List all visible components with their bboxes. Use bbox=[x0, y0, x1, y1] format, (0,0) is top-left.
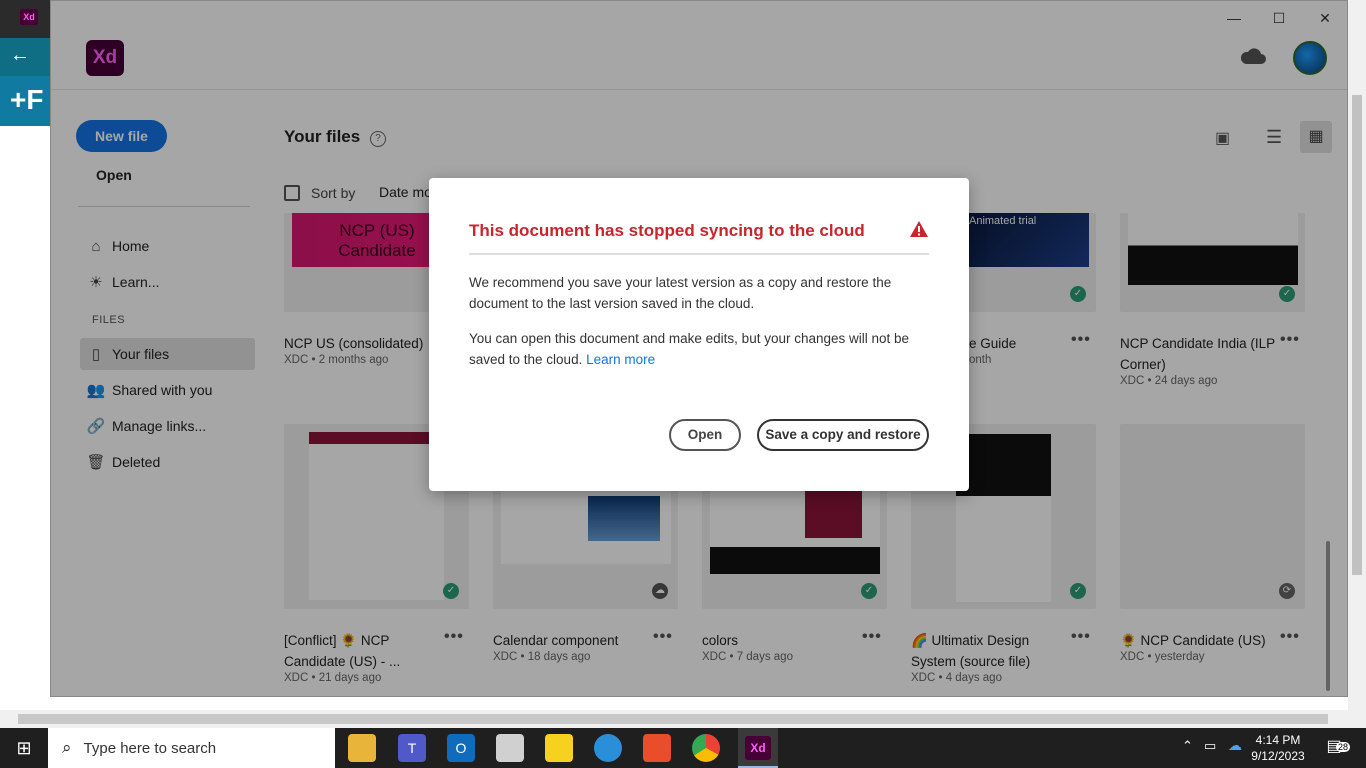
dialog-message-2: You can open this document and make edit… bbox=[469, 328, 939, 370]
outlook-icon[interactable]: O bbox=[447, 734, 475, 762]
xd-taskbar-button[interactable]: Xd bbox=[738, 728, 778, 768]
dialog-message-text: You can open this document and make edit… bbox=[469, 331, 910, 367]
clock-date: 9/12/2023 bbox=[1251, 749, 1305, 763]
open-button[interactable]: Open bbox=[669, 419, 741, 451]
notification-count-badge: 28 bbox=[1335, 742, 1350, 752]
save-copy-restore-button[interactable]: Save a copy and restore bbox=[757, 419, 929, 451]
dialog-message: We recommend you save your latest versio… bbox=[469, 275, 892, 311]
search-icon: ⌕ bbox=[62, 738, 72, 757]
xd-taskbar-icon: Xd bbox=[745, 736, 771, 760]
warning-icon bbox=[910, 221, 928, 237]
sticky-notes-icon[interactable] bbox=[545, 734, 573, 762]
taskbar-clock[interactable]: 4:14 PM 9/12/2023 bbox=[1248, 732, 1308, 764]
onedrive-icon[interactable]: ☁ bbox=[1228, 737, 1242, 754]
xd-tab-icon: Xd bbox=[20, 9, 38, 25]
search-placeholder: Type here to search bbox=[83, 739, 217, 757]
chevron-up-icon[interactable]: ⌃ bbox=[1182, 738, 1193, 754]
windows-start-icon[interactable]: ⊞ bbox=[0, 728, 48, 768]
back-arrow-icon[interactable]: ← bbox=[10, 44, 30, 67]
dialog-title: This document has stopped syncing to the… bbox=[469, 221, 865, 240]
sync-error-dialog: This document has stopped syncing to the… bbox=[429, 178, 969, 491]
scrollbar-thumb[interactable] bbox=[1352, 95, 1362, 575]
taskbar: ⊞ ⌕ Type here to search T O Xd ⌃ ▭ ☁ 4:1… bbox=[0, 728, 1366, 768]
file-explorer-icon[interactable] bbox=[348, 734, 376, 762]
paint-icon[interactable] bbox=[496, 734, 524, 762]
hscrollbar-thumb[interactable] bbox=[18, 714, 1328, 724]
teams-icon[interactable]: T bbox=[398, 734, 426, 762]
taskbar-search[interactable]: ⌕ Type here to search bbox=[48, 728, 335, 768]
office-app-icon[interactable] bbox=[643, 734, 671, 762]
chrome-icon[interactable] bbox=[692, 734, 720, 762]
background-tile: +F bbox=[0, 76, 50, 126]
dialog-divider bbox=[469, 253, 929, 255]
notifications-icon[interactable]: ▤ 28 bbox=[1322, 736, 1350, 760]
network-icon[interactable]: ▭ bbox=[1204, 738, 1216, 754]
clock-time: 4:14 PM bbox=[1255, 733, 1301, 747]
globe-app-icon[interactable] bbox=[594, 734, 622, 762]
learn-more-link[interactable]: Learn more bbox=[586, 352, 655, 367]
